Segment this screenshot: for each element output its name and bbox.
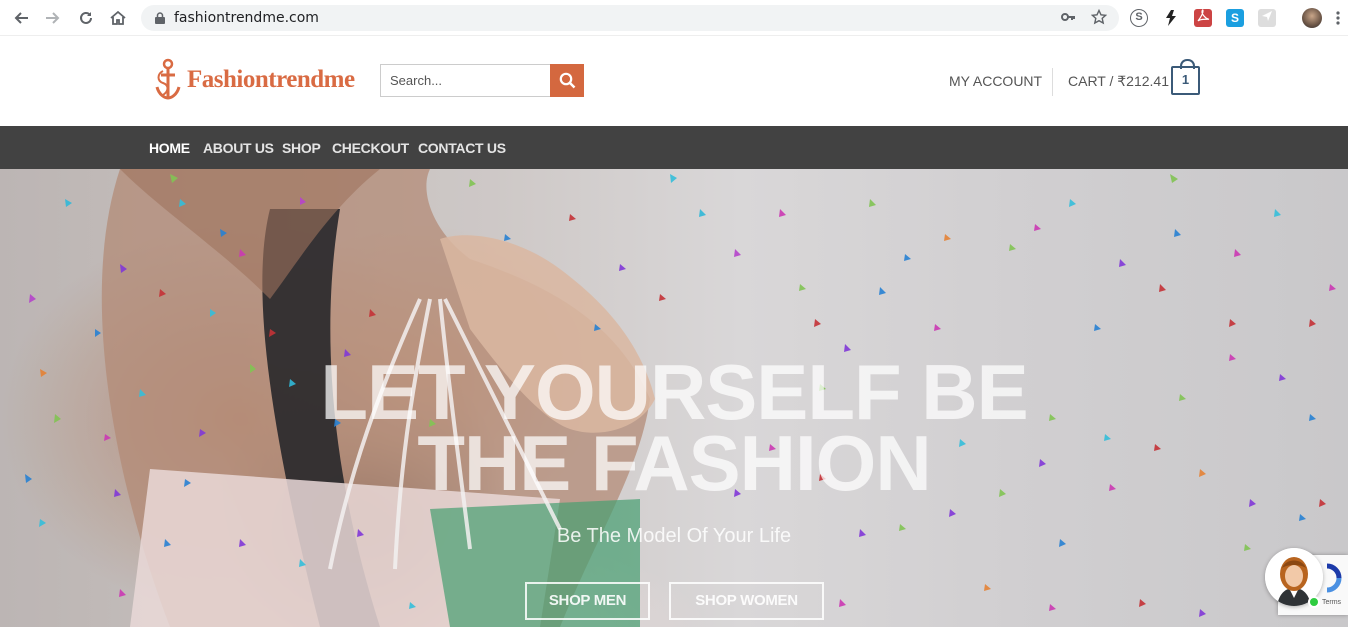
search-input[interactable]: [380, 64, 551, 97]
back-arrow-icon[interactable]: [9, 6, 33, 30]
menu-dots-icon[interactable]: [1332, 6, 1344, 30]
nav-about-us[interactable]: ABOUT US: [203, 140, 274, 156]
cart-bag-icon[interactable]: 1: [1171, 59, 1200, 95]
online-status-indicator: [1308, 596, 1320, 608]
my-account-link[interactable]: MY ACCOUNT: [949, 73, 1042, 89]
hero-banner: LET YOURSELF BE THE FASHION Be The Model…: [0, 169, 1348, 627]
anchor-logo-icon: [155, 58, 181, 100]
nav-shop[interactable]: SHOP: [282, 140, 321, 156]
nav-contact-us[interactable]: CONTACT US: [418, 140, 506, 156]
star-icon[interactable]: [1090, 8, 1108, 27]
logo-text: Fashiontrendme: [187, 66, 355, 93]
nav-checkout[interactable]: CHECKOUT: [332, 140, 409, 156]
forward-arrow-icon[interactable]: [41, 6, 65, 30]
site-logo[interactable]: Fashiontrendme: [153, 57, 355, 103]
extension-icon[interactable]: [1162, 9, 1180, 27]
pdf-extension-icon[interactable]: [1194, 9, 1212, 27]
recaptcha-terms[interactable]: Terms: [1322, 599, 1341, 606]
profile-avatar[interactable]: [1302, 8, 1322, 28]
s-extension-icon[interactable]: S: [1226, 9, 1244, 27]
main-nav: HOME ABOUT US SHOP CHECKOUT CONTACT US: [0, 126, 1348, 169]
search-button[interactable]: [550, 64, 584, 97]
skype-extension-icon[interactable]: S: [1130, 9, 1148, 27]
send-extension-icon[interactable]: [1258, 9, 1276, 27]
lock-icon: [155, 12, 165, 24]
hero-title-line1: LET YOURSELF BE: [320, 348, 1028, 436]
key-icon[interactable]: [1059, 9, 1077, 27]
url-text: fashiontrendme.com: [174, 10, 319, 26]
site-header: Fashiontrendme MY ACCOUNT CART / ₹212.41…: [0, 36, 1348, 126]
nav-home[interactable]: HOME: [149, 140, 190, 156]
hero-title-line2: THE FASHION: [417, 419, 931, 507]
cart-link[interactable]: CART / ₹212.41: [1068, 73, 1169, 90]
cart-count: 1: [1181, 72, 1190, 87]
address-bar[interactable]: fashiontrendme.com: [141, 5, 1119, 31]
home-icon[interactable]: [106, 6, 130, 30]
search-icon: [559, 72, 575, 89]
shop-women-button[interactable]: SHOP WOMEN: [669, 582, 824, 620]
reload-icon[interactable]: [74, 6, 98, 30]
shop-men-button[interactable]: SHOP MEN: [525, 582, 650, 620]
header-divider: [1052, 68, 1053, 96]
hero-subtitle: Be The Model Of Your Life: [556, 525, 792, 547]
browser-toolbar: fashiontrendme.com S S: [0, 0, 1348, 36]
